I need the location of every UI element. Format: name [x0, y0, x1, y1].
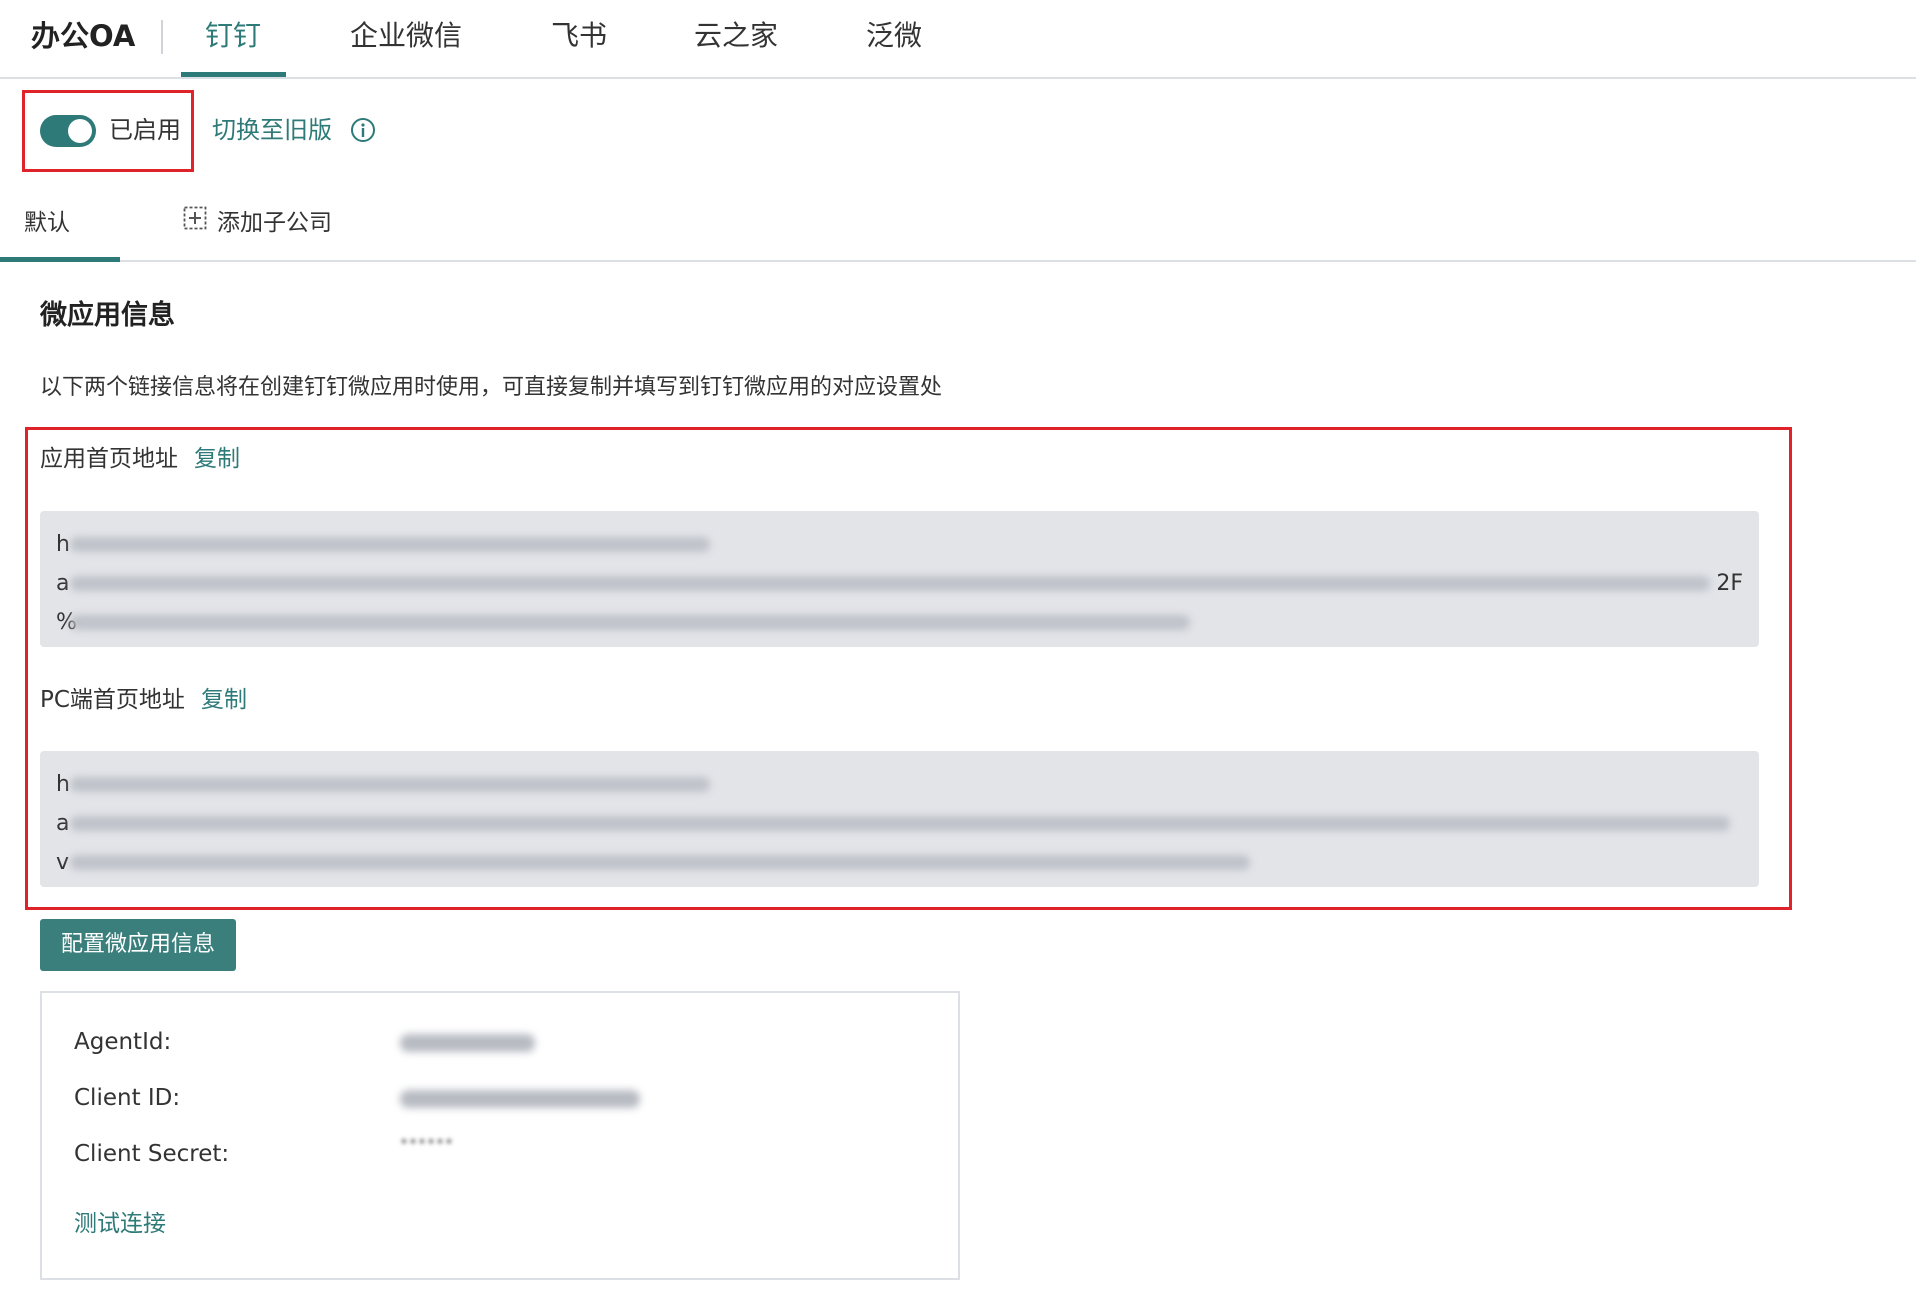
pc-home-field-header: PC端首页地址 复制	[40, 682, 247, 718]
redacted-text	[70, 855, 1250, 870]
app-home-url-box[interactable]: h a 2F %	[40, 511, 1759, 647]
configure-micro-app-button[interactable]: 配置微应用信息	[40, 919, 236, 971]
redacted-text	[70, 816, 1730, 831]
plus-square-icon	[183, 205, 207, 241]
sub-tab-default[interactable]: 默认	[24, 205, 70, 241]
switch-to-old-version-link[interactable]: 切换至旧版	[212, 112, 332, 148]
top-nav	[0, 0, 1916, 79]
redacted-text	[70, 537, 710, 552]
brand-title: 办公OA	[31, 19, 136, 53]
tab-wecom[interactable]: 企业微信	[350, 14, 462, 58]
sub-tab-indicator	[0, 257, 120, 262]
toggle-knob	[68, 119, 92, 143]
url-line: v	[56, 843, 1743, 882]
agent-id-label: AgentId:	[74, 1029, 172, 1055]
tab-fanwei[interactable]: 泛微	[866, 14, 922, 58]
url-line: a	[56, 804, 1743, 843]
pc-home-url-box[interactable]: h a v	[40, 751, 1759, 887]
pc-home-copy-link[interactable]: 复制	[201, 682, 247, 718]
redacted-text	[70, 576, 1710, 591]
redacted-text	[70, 615, 1190, 630]
info-circle-icon[interactable]	[350, 117, 376, 147]
app-home-field-header: 应用首页地址 复制	[40, 441, 240, 477]
enable-toggle[interactable]	[40, 115, 96, 147]
url-line: %	[56, 603, 1743, 642]
toggle-status-label: 已启用	[109, 116, 181, 144]
active-tab-indicator	[181, 72, 286, 77]
tab-dingtalk[interactable]: 钉钉	[205, 14, 261, 58]
add-subsidiary-label: 添加子公司	[217, 210, 332, 236]
app-home-label: 应用首页地址	[40, 446, 178, 472]
brand-divider	[161, 20, 163, 54]
agent-id-value	[400, 1034, 535, 1052]
sub-tabs-divider	[0, 260, 1916, 262]
tab-feishu[interactable]: 飞书	[551, 14, 607, 58]
client-secret-value: ******	[400, 1134, 454, 1153]
url-line: a 2F	[56, 571, 1743, 596]
tab-yunzhijia[interactable]: 云之家	[694, 14, 778, 58]
url-line: h	[56, 765, 1743, 804]
section-title: 微应用信息	[40, 300, 175, 331]
url-line: h	[56, 525, 1743, 564]
section-description: 以下两个链接信息将在创建钉钉微应用时使用，可直接复制并填写到钉钉微应用的对应设置…	[40, 375, 943, 400]
client-id-value	[400, 1090, 640, 1108]
pc-home-label: PC端首页地址	[40, 687, 185, 713]
client-secret-label: Client Secret:	[74, 1141, 230, 1167]
client-id-label: Client ID:	[74, 1085, 181, 1111]
app-home-copy-link[interactable]: 复制	[194, 441, 240, 477]
add-subsidiary-button[interactable]: 添加子公司	[183, 205, 332, 241]
test-connection-link[interactable]: 测试连接	[74, 1206, 166, 1242]
redacted-text	[70, 777, 710, 792]
